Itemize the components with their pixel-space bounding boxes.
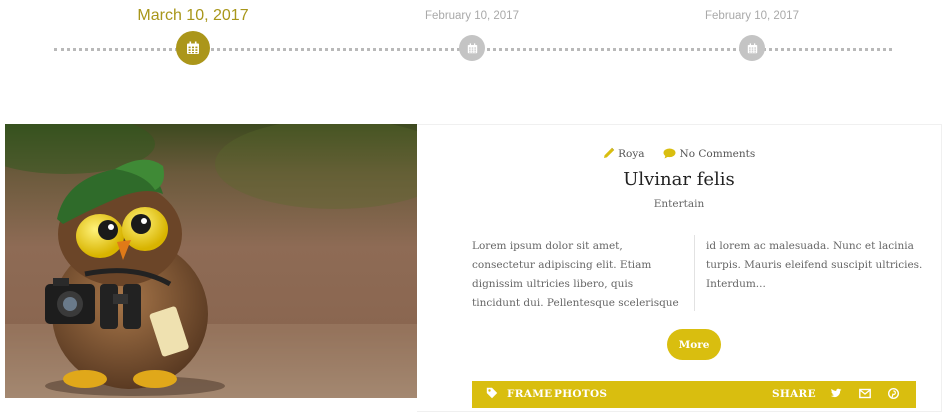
post-content: Roya No Comments Ulvinar felis Entertain… [417,124,942,412]
post-footer-bar: FRAME PHOTOS SHARE [472,381,916,408]
more-button[interactable]: More [667,329,721,360]
post-comments-link[interactable]: No Comments [680,148,756,160]
featured-image[interactable] [5,124,417,398]
calendar-icon[interactable] [176,31,210,65]
pinterest-icon[interactable] [887,387,900,402]
post-timeline: March 10, 2017 February 10, 2017 Februar… [0,0,947,80]
column-divider [694,235,695,311]
calendar-icon[interactable] [739,35,765,61]
tag-link[interactable]: FRAME [507,388,552,400]
timeline-item-2[interactable]: February 10, 2017 [362,0,582,61]
timeline-date[interactable]: March 10, 2017 [83,7,303,25]
post-excerpt-right: id lorem ac malesuada. Nunc et lacinia t… [706,240,923,290]
timeline-item-1[interactable]: March 10, 2017 [83,0,303,65]
twitter-icon[interactable] [830,388,842,402]
timeline-date[interactable]: February 10, 2017 [362,10,582,22]
comment-icon [663,148,676,162]
post-title[interactable]: Ulvinar felis [417,169,941,190]
post-author[interactable]: Roya [618,148,644,160]
timeline-item-3[interactable]: February 10, 2017 [642,0,862,61]
timeline-date[interactable]: February 10, 2017 [642,10,862,22]
tag-link[interactable]: PHOTOS [554,388,607,400]
calendar-icon[interactable] [459,35,485,61]
pencil-icon [603,147,615,162]
post-category[interactable]: Entertain [417,198,941,210]
tag-icon [486,387,498,402]
post-excerpt-left: Lorem ipsum dolor sit amet, consectetur … [472,240,679,309]
email-icon[interactable] [859,388,871,402]
share-label: SHARE [772,388,816,400]
post-card: Roya No Comments Ulvinar felis Entertain… [5,124,942,412]
post-meta: Roya No Comments [417,147,941,162]
